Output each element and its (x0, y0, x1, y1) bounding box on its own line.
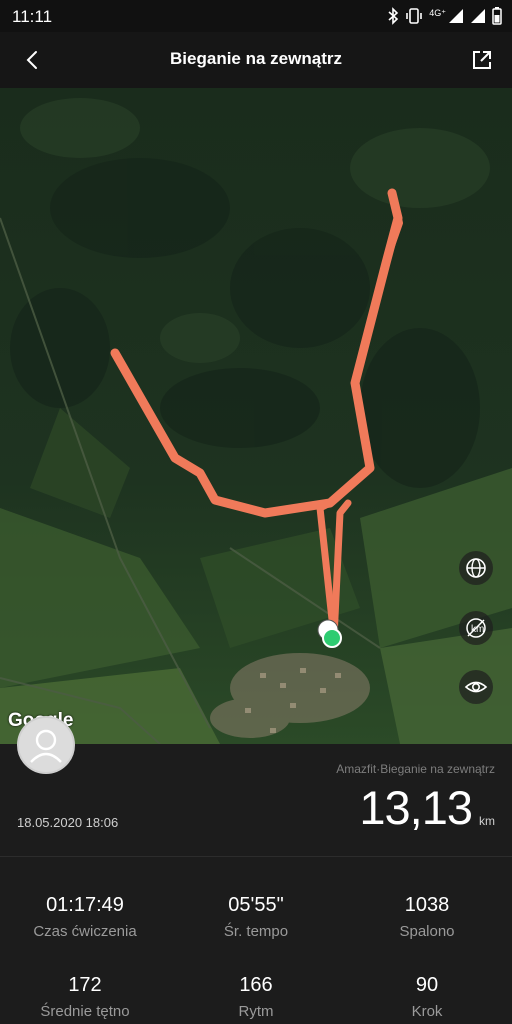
workout-date: 18.05.2020 18:06 (17, 815, 119, 830)
stat-value: 172 (68, 974, 102, 996)
signal-icon (471, 9, 485, 23)
stat-label: Czas ćwiczenia (33, 923, 137, 940)
map-type-button[interactable] (459, 551, 493, 585)
signal-icon (449, 9, 463, 23)
status-time: 11:11 (12, 7, 53, 26)
satellite-map[interactable] (0, 88, 512, 744)
stat-label: Krok (411, 1003, 443, 1020)
vibrate-icon (406, 8, 423, 24)
visibility-toggle[interactable] (459, 670, 493, 704)
back-arrow-icon (26, 51, 37, 69)
status-bar: 11:11 4G⁺ (0, 0, 512, 32)
stat-value: 166 (239, 974, 273, 996)
stat-value: 05'55" (228, 894, 284, 916)
stat-value: 90 (415, 974, 439, 996)
stat-label: Śr. tempo (223, 923, 289, 940)
stat-calories: 1038 Spalono (342, 894, 512, 940)
user-avatar-icon (30, 729, 62, 763)
share-button[interactable] (466, 44, 498, 76)
eye-icon (464, 681, 488, 693)
back-button[interactable] (16, 44, 48, 76)
network-type: 4G⁺ (429, 7, 446, 18)
app-bar: Bieganie na zewnątrz (0, 32, 512, 88)
stat-cadence: 166 Rytm (171, 974, 341, 1020)
globe-icon (466, 558, 486, 578)
end-marker (322, 628, 342, 648)
distance-unit: km (479, 814, 495, 828)
status-icons: 4G⁺ (387, 6, 502, 26)
battery-icon (492, 7, 502, 25)
stat-value: 01:17:49 (46, 894, 124, 916)
bluetooth-icon (388, 7, 399, 25)
stat-value: 1038 (404, 894, 450, 916)
stat-label: Średnie tętno (40, 1003, 130, 1020)
stat-stride: 90 Krok (342, 974, 512, 1020)
divider (0, 856, 512, 857)
stat-avg-pace: 05'55" Śr. tempo (171, 894, 341, 940)
stat-label: Rytm (238, 1003, 274, 1020)
km-markers-toggle[interactable]: km (459, 611, 493, 645)
avatar[interactable] (17, 716, 75, 774)
page-title: Bieganie na zewnątrz (170, 49, 342, 68)
share-icon (473, 51, 491, 69)
km-markers-off-icon: km (466, 618, 486, 638)
stat-avg-heart-rate: 172 Średnie tętno (0, 974, 170, 1020)
workout-source: Amazfit·Bieganie na zewnątrz (336, 762, 495, 776)
distance-value: 13,13 (359, 781, 473, 834)
stat-label: Spalono (399, 923, 455, 940)
stat-duration: 01:17:49 Czas ćwiczenia (0, 894, 170, 940)
route-map[interactable]: km Google (0, 88, 512, 744)
